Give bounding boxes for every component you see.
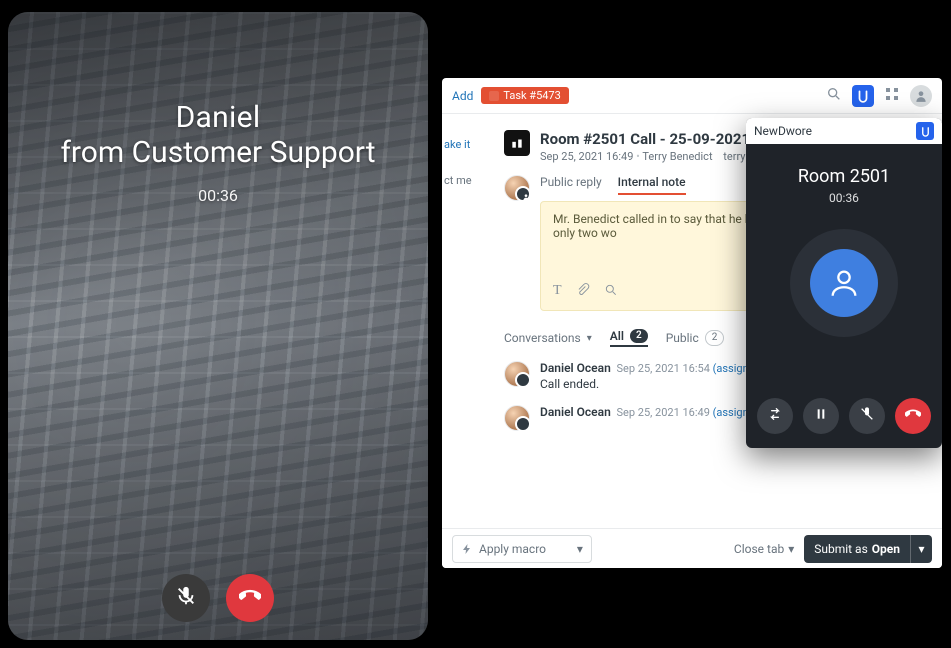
add-link[interactable]: Add xyxy=(452,89,473,103)
caller-name: Daniel xyxy=(8,100,428,135)
apply-macro-select[interactable]: Apply macro ▾ xyxy=(452,535,592,563)
tab-all[interactable]: All 2 xyxy=(610,329,648,347)
call-timer: 00:36 xyxy=(8,186,428,205)
phone-hangup-icon xyxy=(239,585,261,611)
public-count: 2 xyxy=(705,330,725,346)
caller-avatar-ring xyxy=(790,229,898,337)
event-text: Call ended. xyxy=(540,377,752,391)
side-fragment-2: ct me xyxy=(444,174,472,187)
chevron-down-icon: ▾ xyxy=(587,333,592,344)
side-fragment-1[interactable]: ake it xyxy=(444,138,470,151)
task-label: Task #5473 xyxy=(503,89,560,102)
event-avatar xyxy=(504,361,530,387)
dialer-title: Room 2501 xyxy=(798,166,890,187)
transfer-icon xyxy=(767,406,783,426)
attach-icon[interactable] xyxy=(576,283,590,300)
dialer-titlebar[interactable]: NewDwore xyxy=(746,118,942,144)
lightning-icon xyxy=(461,543,473,555)
all-count: 2 xyxy=(630,329,648,343)
hangup-button[interactable] xyxy=(895,398,931,434)
tab-internal-note[interactable]: Internal note xyxy=(618,175,686,195)
close-tab-button[interactable]: Close tab ▾ xyxy=(734,542,794,556)
submit-status: Open xyxy=(872,542,900,556)
chevron-down-icon: ▾ xyxy=(919,542,925,556)
submit-button[interactable]: Submit as Open ▾ xyxy=(804,535,932,563)
mobile-call-screen: Daniel from Customer Support 00:36 xyxy=(8,12,428,640)
format-text-icon[interactable]: T xyxy=(553,283,562,300)
phone-hangup-icon xyxy=(905,406,921,426)
hangup-button[interactable] xyxy=(226,574,274,622)
search-icon[interactable] xyxy=(604,283,618,300)
topbar: Add Task #5473 xyxy=(442,78,942,114)
tab-public[interactable]: Public 2 xyxy=(666,330,725,346)
event-time: Sep 25, 2021 16:54 xyxy=(617,362,710,375)
mic-off-icon xyxy=(859,406,875,426)
event-author: Daniel Ocean xyxy=(540,361,611,375)
tab-public-reply[interactable]: Public reply xyxy=(540,175,602,195)
dialer-app-name: NewDwore xyxy=(754,124,812,138)
footer-bar: Apply macro ▾ Close tab ▾ Submit as Open… xyxy=(442,528,942,568)
ticket-requester: Terry Benedict xyxy=(636,150,712,163)
internal-note-text: Mr. Benedict called in to say that he ha… xyxy=(553,212,777,275)
ticket-timestamp: Sep 25, 2021 16:49 xyxy=(540,150,633,163)
task-icon xyxy=(489,91,499,101)
dialer-timer: 00:36 xyxy=(829,191,859,205)
mute-button[interactable] xyxy=(849,398,885,434)
macro-label: Apply macro xyxy=(479,542,546,556)
event-time: Sep 25, 2021 16:49 xyxy=(617,406,710,419)
conversations-label: Conversations xyxy=(504,331,581,345)
hold-button[interactable] xyxy=(803,398,839,434)
app-logo-button[interactable] xyxy=(852,85,874,107)
agent-avatar xyxy=(504,175,530,201)
dialer-widget: NewDwore Room 2501 00:36 xyxy=(746,118,942,448)
transfer-button[interactable] xyxy=(757,398,793,434)
profile-avatar[interactable] xyxy=(910,85,932,107)
mute-button[interactable] xyxy=(162,574,210,622)
event-avatar xyxy=(504,405,530,431)
mic-off-icon xyxy=(175,585,197,611)
conversations-dropdown[interactable]: Conversations ▾ xyxy=(504,331,592,345)
app-logo-icon xyxy=(916,122,934,140)
pause-icon xyxy=(813,406,829,426)
task-chip[interactable]: Task #5473 xyxy=(481,87,568,104)
caller-dept: from Customer Support xyxy=(8,135,428,170)
search-icon[interactable] xyxy=(826,86,842,105)
event-author: Daniel Ocean xyxy=(540,405,611,419)
submit-split[interactable]: ▾ xyxy=(910,535,932,563)
apps-grid-icon[interactable] xyxy=(884,86,900,105)
chevron-down-icon: ▾ xyxy=(788,542,794,556)
chevron-down-icon: ▾ xyxy=(577,542,583,556)
caller-avatar xyxy=(810,249,878,317)
person-icon xyxy=(827,266,861,300)
org-avatar xyxy=(504,130,530,156)
